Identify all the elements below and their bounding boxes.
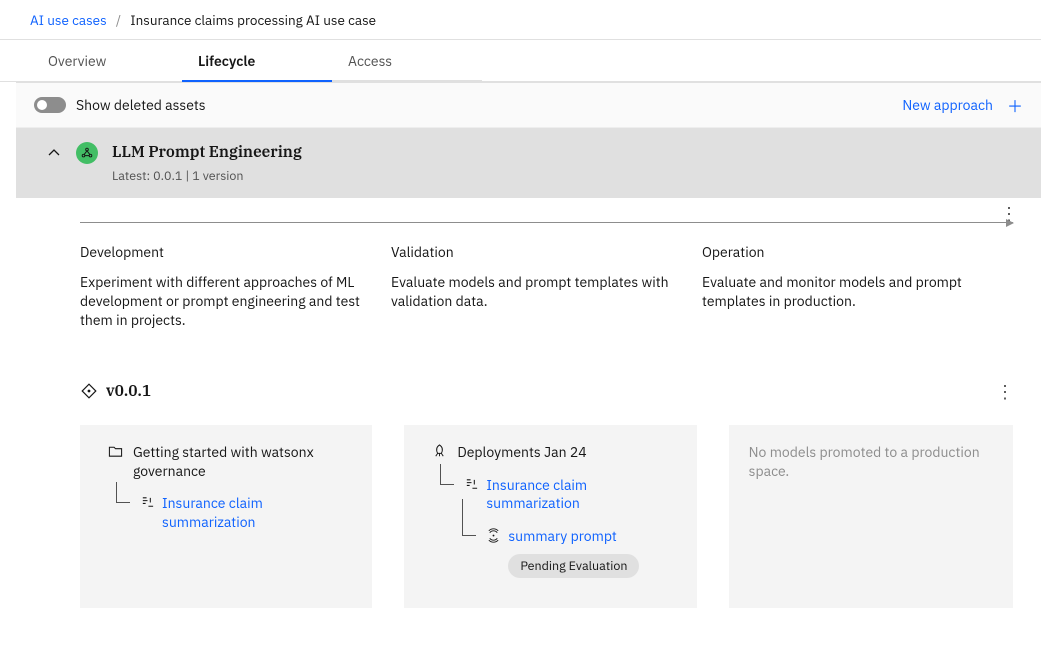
new-approach-label: New approach: [902, 96, 993, 114]
prompt-template-icon: [464, 477, 479, 492]
breadcrumb-parent-link[interactable]: AI use cases: [30, 11, 107, 29]
phase-operation: Operation Evaluate and monitor models an…: [702, 243, 1013, 330]
breadcrumb-separator: /: [116, 11, 121, 29]
version-cards: Getting started with watsonx governance …: [80, 425, 1013, 609]
rocket-icon: [432, 444, 447, 459]
new-approach-button[interactable]: New approach ＋: [902, 93, 1023, 117]
asset-link[interactable]: Insurance claim summarization: [486, 476, 676, 514]
version-label: v0.0.1: [106, 381, 151, 401]
approach-content: ⋮ Development Experiment with different …: [16, 198, 1041, 638]
approach-title: LLM Prompt Engineering: [112, 142, 302, 162]
version-overflow-menu-icon[interactable]: ⋮: [996, 380, 1013, 403]
asset-link[interactable]: Insurance claim summarization: [162, 494, 352, 532]
breadcrumb: AI use cases / Insurance claims processi…: [0, 0, 1041, 40]
diamond-icon: [80, 382, 98, 400]
phase-development: Development Experiment with different ap…: [80, 243, 391, 330]
tab-overview[interactable]: Overview: [32, 40, 182, 81]
tab-lifecycle[interactable]: Lifecycle: [182, 40, 332, 81]
deployment-icon: [486, 528, 501, 543]
deleted-assets-label: Show deleted assets: [76, 96, 206, 114]
card-title: Deployments Jan 24: [457, 443, 586, 462]
deleted-assets-toggle[interactable]: [34, 97, 66, 113]
tree-item: summary prompt Pending Evaluation: [460, 527, 676, 578]
phase-desc: Evaluate models and prompt templates wit…: [391, 273, 672, 311]
phase-row: Development Experiment with different ap…: [80, 243, 1013, 330]
empty-message: No models promoted to a production space…: [749, 443, 980, 481]
card-development: Getting started with watsonx governance …: [80, 425, 372, 609]
phase-title: Validation: [391, 243, 672, 261]
deleted-assets-toggle-wrap: Show deleted assets: [34, 96, 206, 114]
toolbar: Show deleted assets New approach ＋: [16, 83, 1041, 128]
version-header: v0.0.1 ⋮: [80, 380, 1013, 403]
phase-arrow: [80, 222, 1013, 223]
tree-item: Insurance claim summarization: [438, 476, 676, 514]
chevron-up-icon[interactable]: [46, 145, 62, 161]
phase-desc: Evaluate and monitor models and prompt t…: [702, 273, 983, 311]
tree-item: Insurance claim summarization: [114, 494, 352, 532]
phase-title: Development: [80, 243, 361, 261]
content-wrapper: Show deleted assets New approach ＋ LLM P…: [0, 82, 1041, 638]
approach-type-icon: [76, 142, 98, 164]
approach-header: LLM Prompt Engineering Latest: 0.0.1 | 1…: [16, 128, 1041, 198]
card-validation: Deployments Jan 24 Insurance claim summa…: [404, 425, 696, 609]
card-title: Getting started with watsonx governance: [133, 443, 352, 481]
phase-desc: Experiment with different approaches of …: [80, 273, 361, 330]
card-operation: No models promoted to a production space…: [729, 425, 1013, 609]
plus-icon: ＋: [1007, 93, 1023, 117]
tab-bar: Overview Lifecycle Access: [0, 40, 1041, 82]
breadcrumb-current: Insurance claims processing AI use case: [130, 11, 376, 29]
prompt-template-icon: [140, 495, 155, 510]
folder-icon: [108, 444, 123, 459]
status-badge: Pending Evaluation: [508, 554, 639, 578]
tab-access[interactable]: Access: [332, 40, 482, 81]
deployment-link[interactable]: summary prompt: [508, 527, 616, 546]
phase-title: Operation: [702, 243, 983, 261]
phase-validation: Validation Evaluate models and prompt te…: [391, 243, 702, 330]
approach-subtitle: Latest: 0.0.1 | 1 version: [112, 168, 302, 184]
